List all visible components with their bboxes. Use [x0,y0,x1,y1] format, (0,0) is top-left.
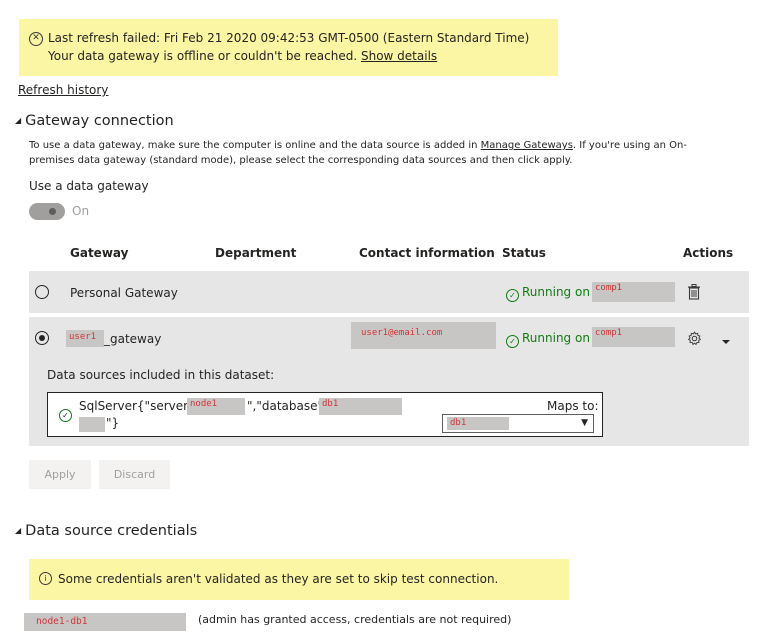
gateway-row-personal[interactable]: Personal Gateway ✓ Running on comp1 [29,271,749,313]
refresh-failed-banner: ✕ Last refresh failed: Fri Feb 21 2020 0… [19,19,558,76]
collapse-triangle-icon: ◢ [15,526,22,535]
refresh-history-link[interactable]: Refresh history [18,83,108,97]
gateway-status: ✓ Running on [506,285,590,302]
gateway-row-user[interactable]: user1 _gateway user1@email.com ✓ Running … [29,317,749,362]
toggle-state-label: On [72,204,90,218]
expand-chevron-down-icon[interactable] [720,335,732,344]
collapse-triangle-icon: ◢ [15,116,22,125]
credentials-title: Data source credentials [25,523,198,539]
column-header-gateway: Gateway [70,246,129,260]
maps-to-value: db1 [447,417,509,430]
gateway-user-name: user1 [66,330,104,347]
gateway-radio-personal[interactable] [35,285,49,299]
refresh-failed-message: Last refresh failed: Fri Feb 21 2020 09:… [48,31,530,45]
show-details-link[interactable]: Show details [361,49,437,63]
data-source-closing: "} [106,416,120,430]
error-circle-icon: ✕ [29,32,43,46]
data-source-line1: SqlServer{"server":" [79,399,204,413]
database-name: db1 [319,398,402,415]
use-gateway-label: Use a data gateway [29,179,149,193]
maps-to-select[interactable]: db1 ▼ [442,414,594,433]
machine-name: comp1 [592,327,675,347]
use-gateway-toggle[interactable] [29,203,65,220]
credential-source-name: node1-db1 [24,613,186,631]
gateway-connection-header[interactable]: ◢ Gateway connection [15,113,174,129]
server-name: node1 [187,398,245,415]
gateway-status: ✓ Running on [506,331,590,348]
column-header-actions: Actions [683,246,734,260]
data-sources-label: Data sources included in this dataset: [47,368,275,382]
gateway-name: Personal Gateway [70,286,178,300]
credentials-info-text: Some credentials aren't validated as the… [58,572,499,586]
settings-gear-icon[interactable] [687,331,702,346]
gateway-radio-user[interactable] [35,331,49,345]
check-circle-icon: ✓ [506,289,519,302]
redacted-block [79,417,105,432]
contact-email: user1@email.com [351,322,496,349]
info-icon: i [39,572,52,585]
toggle-knob [49,208,56,215]
maps-to-label: Maps to: [547,399,599,413]
apply-button[interactable]: Apply [29,460,91,489]
delete-icon[interactable] [687,284,701,300]
column-header-department: Department [215,246,297,260]
column-header-status: Status [502,246,546,260]
manage-gateways-link[interactable]: Manage Gateways [481,140,573,151]
column-header-contact: Contact information [359,246,495,260]
machine-name: comp1 [592,282,675,302]
discard-button[interactable]: Discard [99,460,170,489]
credentials-header[interactable]: ◢ Data source credentials [15,523,197,539]
dropdown-arrow-icon: ▼ [581,418,588,428]
gateway-offline-message: Your data gateway is offline or couldn't… [48,49,438,63]
credentials-info-banner: i Some credentials aren't validated as t… [29,559,569,600]
gateway-connection-title: Gateway connection [25,113,174,129]
radio-selected-dot [38,334,45,341]
gateway-name-suffix: _gateway [104,332,162,346]
check-circle-icon: ✓ [59,405,72,422]
check-circle-icon: ✓ [506,335,519,348]
credential-source-note: (admin has granted access, credentials a… [198,613,512,626]
gateway-description: To use a data gateway, make sure the com… [29,140,687,166]
